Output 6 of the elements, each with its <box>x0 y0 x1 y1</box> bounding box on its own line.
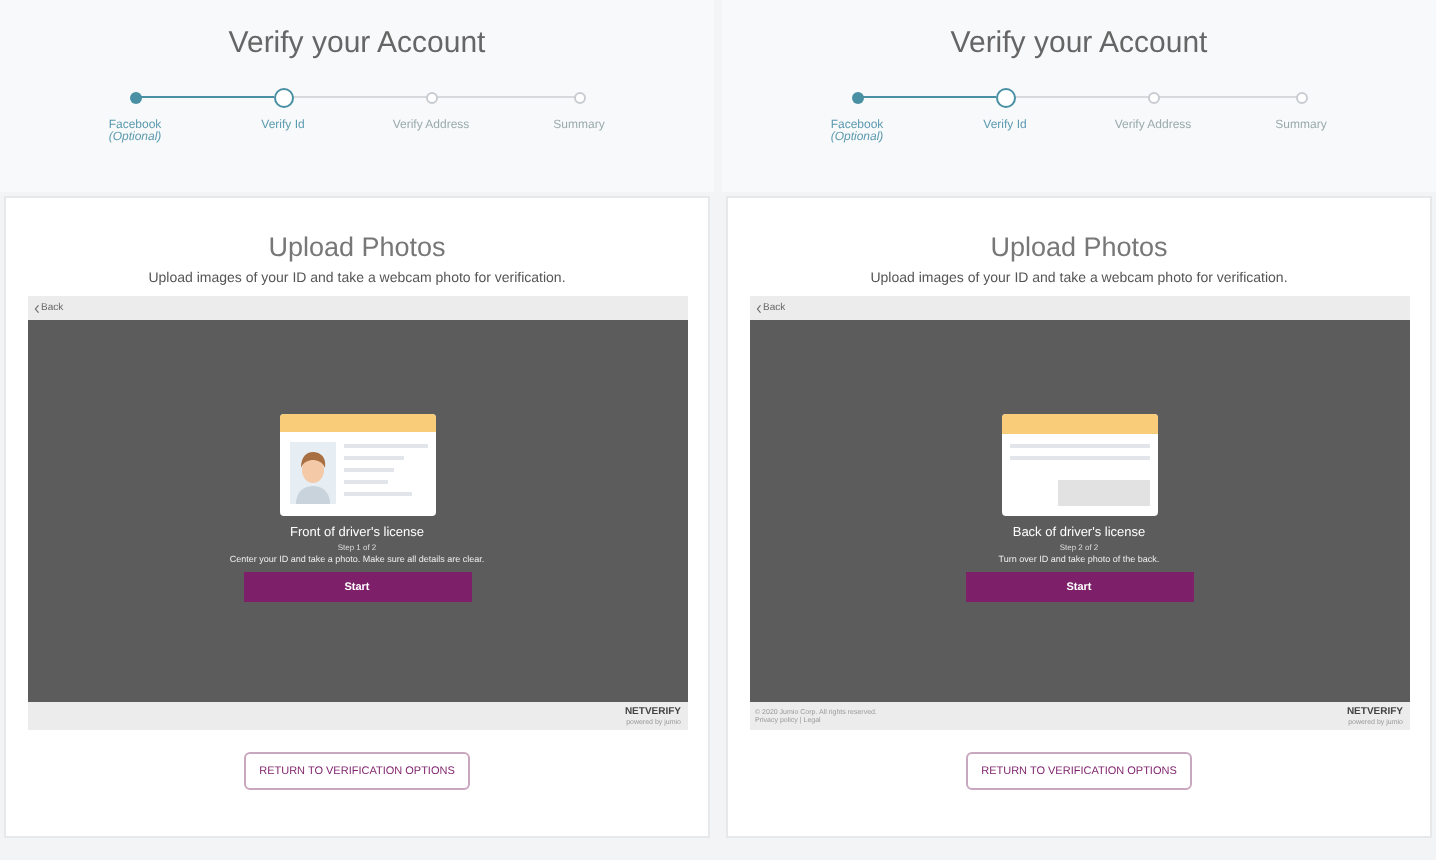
page-title: Verify your Account <box>228 26 486 60</box>
section-title: Upload Photos <box>990 232 1168 262</box>
page-title: Verify your Account <box>950 26 1208 60</box>
section-title: Upload Photos <box>268 232 446 262</box>
chevron-left-icon <box>33 303 39 313</box>
chevron-left-icon <box>755 303 761 313</box>
